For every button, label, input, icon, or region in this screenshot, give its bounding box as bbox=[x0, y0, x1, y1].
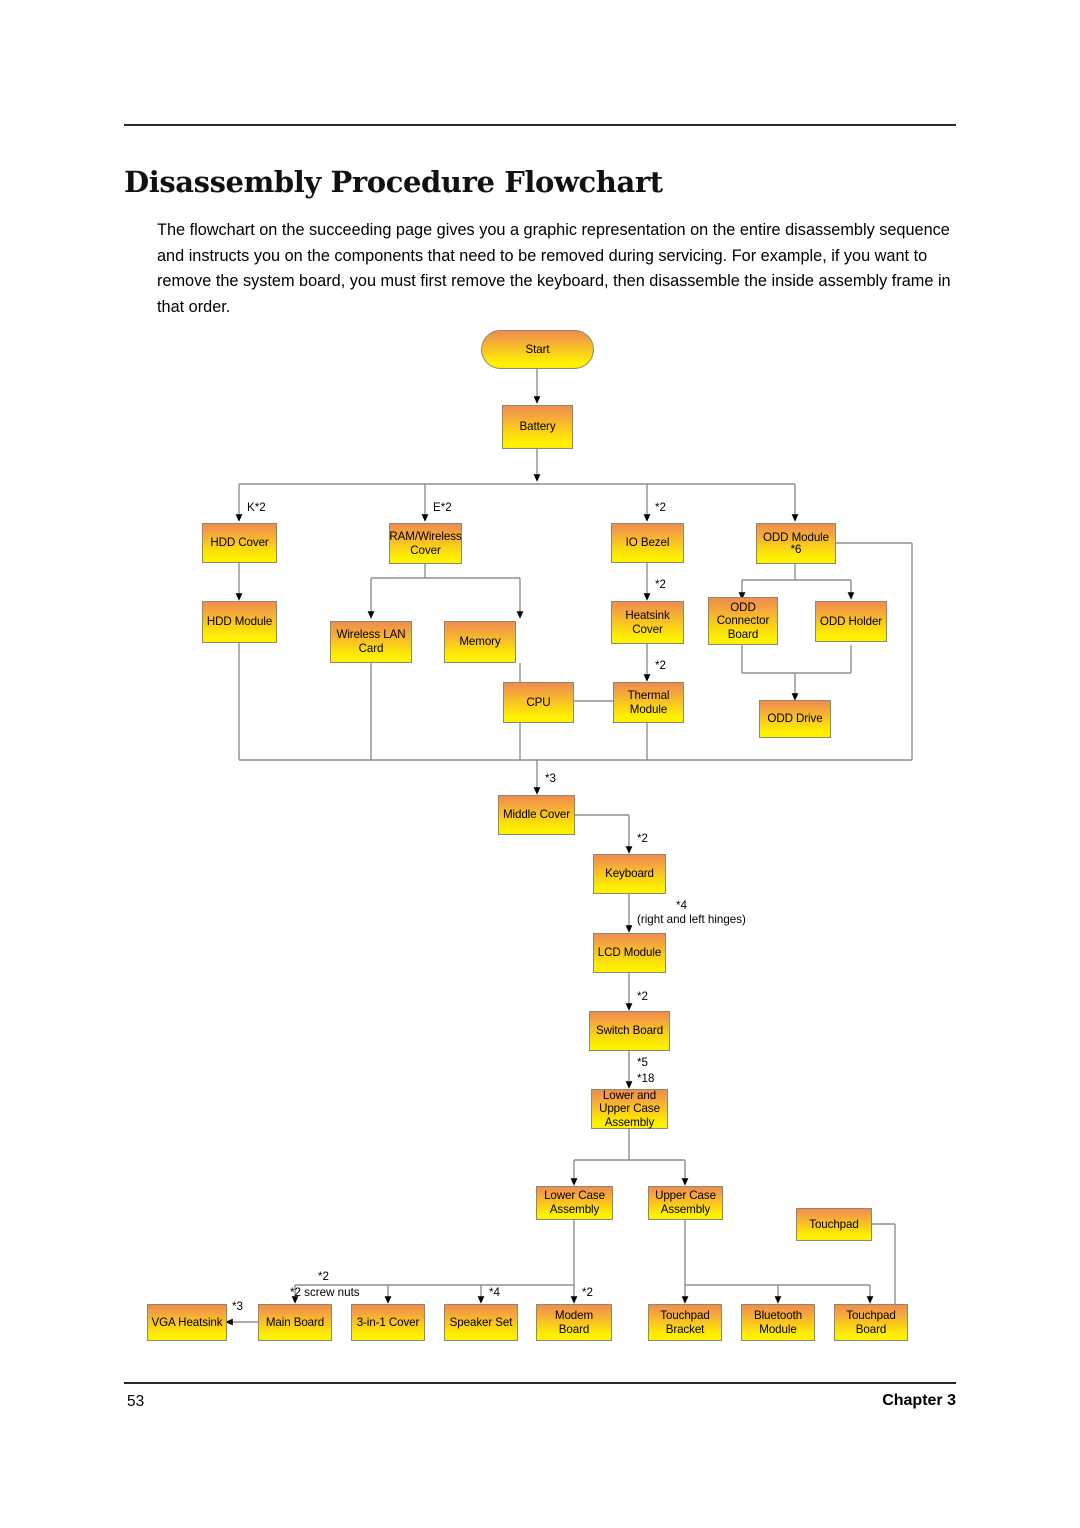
node-keyboard[interactable]: Keyboard bbox=[593, 854, 666, 894]
edge-label-speaker-set: *2 bbox=[582, 1286, 593, 1299]
node-modem-board[interactable]: Modem Board bbox=[536, 1304, 612, 1341]
node-bluetooth-module[interactable]: Bluetooth Module bbox=[741, 1304, 815, 1341]
node-hdd-module[interactable]: HDD Module bbox=[202, 601, 277, 643]
node-start[interactable]: Start bbox=[481, 330, 594, 369]
edge-label-lower-upper-case-b: *18 bbox=[637, 1072, 655, 1085]
node-middle-cover[interactable]: Middle Cover bbox=[498, 795, 575, 835]
node-ram-wireless-cover-label: RAM/Wireless Cover bbox=[389, 529, 462, 557]
node-touchpad[interactable]: Touchpad bbox=[796, 1208, 872, 1241]
node-battery[interactable]: Battery bbox=[502, 405, 573, 449]
node-speaker-set-label: Speaker Set bbox=[449, 1315, 513, 1329]
node-odd-module[interactable]: ODD Module *6 bbox=[756, 523, 836, 564]
node-odd-connector-board-label: ODD Connector Board bbox=[716, 600, 770, 641]
node-3-in-1-cover[interactable]: 3-in-1 Cover bbox=[351, 1304, 425, 1341]
node-lcd-module[interactable]: LCD Module bbox=[593, 933, 666, 973]
node-middle-cover-label: Middle Cover bbox=[502, 808, 571, 822]
edge-label-hdd-cover: K*2 bbox=[247, 501, 266, 514]
node-io-bezel-label: IO Bezel bbox=[625, 536, 670, 550]
node-touchpad-bracket[interactable]: Touchpad Bracket bbox=[648, 1304, 722, 1341]
node-main-board-label: Main Board bbox=[265, 1315, 325, 1329]
edge-label-keyboard: *2 bbox=[637, 832, 648, 845]
node-upper-case-assembly[interactable]: Upper Case Assembly bbox=[648, 1186, 723, 1220]
node-lower-upper-case-assembly[interactable]: Lower and Upper Case Assembly bbox=[591, 1089, 668, 1129]
node-cpu[interactable]: CPU bbox=[503, 682, 574, 723]
node-start-label: Start bbox=[525, 342, 550, 356]
node-main-board[interactable]: Main Board bbox=[258, 1304, 332, 1341]
node-odd-holder[interactable]: ODD Holder bbox=[815, 601, 887, 642]
node-lcd-module-label: LCD Module bbox=[597, 946, 662, 960]
edge-label-main-board-count: *2 bbox=[318, 1270, 329, 1283]
node-lower-upper-case-assembly-label: Lower and Upper Case Assembly bbox=[599, 1088, 660, 1129]
edge-label-middle-cover: *3 bbox=[545, 772, 556, 785]
node-modem-board-label: Modem Board bbox=[554, 1308, 594, 1336]
node-vga-heatsink[interactable]: VGA Heatsink bbox=[147, 1304, 227, 1341]
node-odd-drive[interactable]: ODD Drive bbox=[759, 700, 831, 738]
node-io-bezel[interactable]: IO Bezel bbox=[611, 523, 684, 563]
document-page: Disassembly Procedure Flowchart The flow… bbox=[0, 0, 1080, 1528]
edge-label-main-board-note: *2 screw nuts bbox=[290, 1286, 360, 1299]
node-odd-module-label: ODD Module bbox=[762, 530, 829, 544]
node-bluetooth-module-label: Bluetooth Module bbox=[753, 1308, 803, 1336]
node-odd-connector-board[interactable]: ODD Connector Board bbox=[708, 597, 778, 645]
node-heatsink-cover-label: Heatsink Cover bbox=[625, 608, 670, 636]
node-thermal-module-label: Thermal Module bbox=[627, 688, 670, 716]
edge-label-3-in-1-cover: *4 bbox=[489, 1286, 500, 1299]
edge-label-lcd-module-note: (right and left hinges) bbox=[637, 913, 746, 926]
node-hdd-cover-label: HDD Cover bbox=[210, 536, 269, 550]
edge-label-switch-board: *2 bbox=[637, 990, 648, 1003]
footer-divider bbox=[124, 1382, 956, 1384]
node-3-in-1-cover-label: 3-in-1 Cover bbox=[356, 1315, 420, 1329]
node-keyboard-label: Keyboard bbox=[605, 867, 654, 881]
node-memory[interactable]: Memory bbox=[444, 621, 516, 663]
node-touchpad-bracket-label: Touchpad Bracket bbox=[660, 1308, 710, 1336]
node-odd-module-count: *6 bbox=[790, 543, 802, 557]
node-hdd-module-label: HDD Module bbox=[206, 615, 273, 629]
node-lower-case-assembly[interactable]: Lower Case Assembly bbox=[536, 1186, 613, 1220]
header-divider bbox=[124, 124, 956, 126]
node-lower-case-assembly-label: Lower Case Assembly bbox=[544, 1189, 605, 1216]
page-title: Disassembly Procedure Flowchart bbox=[124, 165, 663, 200]
edge-label-thermal-module: *2 bbox=[655, 659, 666, 672]
intro-paragraph: The flowchart on the succeeding page giv… bbox=[157, 221, 951, 316]
page-number: 53 bbox=[127, 1393, 145, 1410]
node-speaker-set[interactable]: Speaker Set bbox=[444, 1304, 518, 1341]
node-vga-heatsink-label: VGA Heatsink bbox=[151, 1315, 223, 1329]
node-memory-label: Memory bbox=[459, 635, 501, 649]
node-odd-drive-label: ODD Drive bbox=[767, 712, 823, 726]
node-touchpad-board-label: Touchpad Board bbox=[846, 1308, 896, 1336]
node-switch-board[interactable]: Switch Board bbox=[589, 1011, 670, 1051]
node-thermal-module[interactable]: Thermal Module bbox=[613, 682, 684, 723]
node-upper-case-assembly-label: Upper Case Assembly bbox=[655, 1189, 716, 1216]
node-ram-wireless-cover[interactable]: RAM/Wireless Cover bbox=[389, 523, 462, 564]
node-cpu-label: CPU bbox=[526, 695, 551, 709]
node-switch-board-label: Switch Board bbox=[595, 1024, 664, 1038]
edge-label-lcd-module-count: *4 bbox=[676, 899, 687, 912]
node-touchpad-board[interactable]: Touchpad Board bbox=[834, 1304, 908, 1341]
edge-label-ram-wireless-cover: E*2 bbox=[433, 501, 452, 514]
edge-label-heatsink-cover: *2 bbox=[655, 578, 666, 591]
node-wireless-lan-card[interactable]: Wireless LAN Card bbox=[330, 621, 412, 663]
node-wireless-lan-card-label: Wireless LAN Card bbox=[336, 628, 406, 655]
node-heatsink-cover[interactable]: Heatsink Cover bbox=[611, 601, 684, 644]
node-touchpad-label: Touchpad bbox=[809, 1217, 859, 1231]
edge-label-io-bezel: *2 bbox=[655, 501, 666, 514]
node-battery-label: Battery bbox=[519, 420, 556, 434]
node-hdd-cover[interactable]: HDD Cover bbox=[202, 523, 277, 563]
chapter-label: Chapter 3 bbox=[882, 1392, 956, 1409]
edge-label-vga-heatsink: *3 bbox=[232, 1300, 243, 1313]
node-odd-holder-label: ODD Holder bbox=[819, 614, 883, 628]
edge-label-lower-upper-case-a: *5 bbox=[637, 1056, 648, 1069]
